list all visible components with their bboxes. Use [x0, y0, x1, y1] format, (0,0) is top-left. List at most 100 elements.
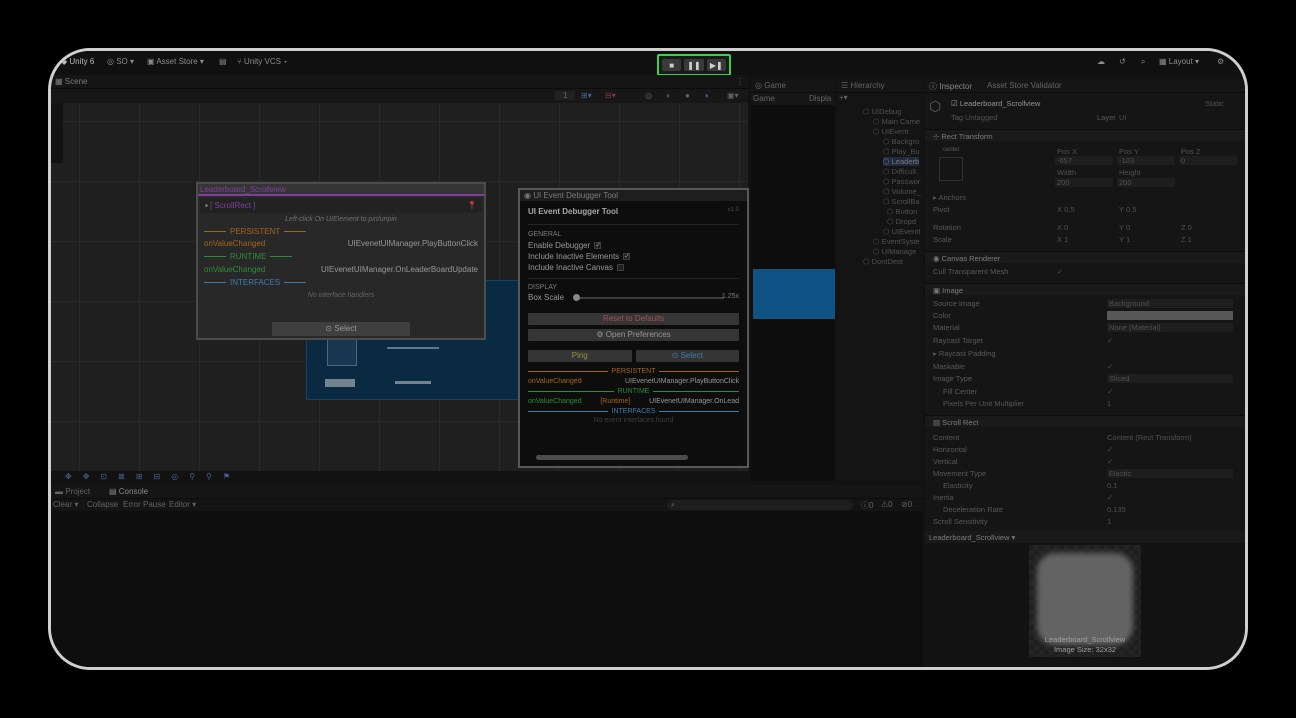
error-count[interactable]: ⊘0 — [901, 500, 912, 509]
event-row[interactable]: onValueChanged UIEvenetUIManager.OnLeader… — [198, 261, 484, 274]
hierarchy-item[interactable]: ⬡ Volume_ — [883, 187, 921, 196]
elasticity-field[interactable]: 0.1 — [1107, 481, 1117, 490]
checkbox-checked[interactable]: ✓ — [623, 253, 631, 261]
tag-dropdown[interactable]: Untagged — [965, 113, 998, 122]
cloud-menu-icon[interactable]: ▤ — [219, 57, 227, 66]
scale-x[interactable]: X 1 — [1057, 235, 1068, 244]
select-button[interactable]: ⊙ Select — [272, 322, 410, 336]
camera-icon[interactable]: ▣▾ — [727, 91, 739, 100]
scale-z[interactable]: Z 1 — [1181, 235, 1192, 244]
layer-dropdown[interactable]: UI — [1119, 113, 1127, 122]
hierarchy-item[interactable]: ⬡ Dropd — [887, 217, 916, 226]
select-button[interactable]: ⊙ Select — [635, 350, 739, 362]
history-icon[interactable]: ↺ — [1119, 57, 1126, 66]
account-dropdown[interactable]: ◎ SO ▾ — [107, 57, 134, 66]
image-header[interactable]: ▣ Image — [925, 283, 1245, 295]
raycast-padding-foldout[interactable]: ▸ Raycast Padding — [933, 349, 996, 358]
hierarchy-item[interactable]: ⬡ UIEventI — [883, 227, 920, 236]
play-button[interactable]: ■ — [662, 59, 682, 71]
vcs-dropdown[interactable]: ⑂ Unity VCS ▾ — [237, 57, 288, 66]
posx-field[interactable]: -657 — [1055, 156, 1113, 165]
pivot-y[interactable]: Y 0.5 — [1119, 205, 1136, 214]
rot-x[interactable]: X 0 — [1057, 223, 1068, 232]
pivot-x[interactable]: X 0.5 — [1057, 205, 1075, 214]
box-scale-slider[interactable] — [576, 297, 724, 299]
hierarchy-item[interactable]: ⬡ DontDest — [863, 257, 903, 266]
fill-center-checkbox[interactable]: ✓ — [1107, 387, 1113, 396]
content-field[interactable]: Content (Rect Transform) — [1107, 433, 1192, 442]
editor-dropdown[interactable]: Editor ▾ — [169, 500, 196, 509]
hierarchy-item[interactable]: ⬡ UIEvent — [873, 127, 908, 136]
raycast-target-checkbox[interactable]: ✓ — [1107, 336, 1113, 345]
shading-icon[interactable]: ● — [685, 91, 690, 100]
move-tool-icon[interactable]: ⊞▾ — [581, 91, 592, 100]
hierarchy-item[interactable]: ⬡ Leaderb — [883, 157, 920, 166]
game-dropdown[interactable]: Game — [753, 94, 775, 103]
reset-button[interactable]: Reset to Defaults — [528, 313, 739, 325]
hierarchy-item[interactable]: ⬡ Difficult — [883, 167, 916, 176]
tab-console[interactable]: ▤ Console — [109, 487, 148, 496]
collapse-button[interactable]: Collapse — [87, 500, 118, 509]
decel-field[interactable]: 0.135 — [1107, 505, 1126, 514]
event-row[interactable]: onValueChanged UIEvenetUIManager.PlayButt… — [520, 375, 747, 385]
object-name-field[interactable]: ☑ Leaderboard_Scrollview — [951, 99, 1040, 108]
color-field[interactable] — [1107, 311, 1233, 320]
tab-asset-validator[interactable]: Asset Store Validator — [987, 81, 1062, 90]
console-search-input[interactable]: ⌕ — [667, 500, 853, 510]
preview-header[interactable]: Leaderboard_Scrollview ▾ — [925, 531, 1245, 543]
pause-button[interactable]: ❚❚ — [684, 59, 704, 71]
add-icon[interactable]: +▾ — [839, 93, 848, 102]
tab-scene[interactable]: ▦ Scene — [55, 77, 87, 86]
ppu-field[interactable]: 1 — [1107, 399, 1111, 408]
console-log[interactable] — [51, 511, 923, 667]
vertical-checkbox[interactable]: ✓ — [1107, 457, 1113, 466]
grid-icon[interactable]: ⊟▾ — [605, 91, 616, 100]
hierarchy-item[interactable]: ⬡ Passwor — [883, 177, 920, 186]
static-toggle[interactable]: Static — [1205, 99, 1224, 108]
clear-dropdown[interactable]: Clear ▾ — [53, 500, 78, 509]
hierarchy-item[interactable]: ⬡ Main Came — [873, 117, 920, 126]
rot-y[interactable]: Y 0 — [1119, 223, 1130, 232]
hierarchy-item[interactable]: ⬡ Play_Bu — [883, 147, 920, 156]
posz-field[interactable]: 0 — [1179, 156, 1237, 165]
hierarchy-item[interactable]: ⬡ Button — [887, 207, 917, 216]
hierarchy-item[interactable]: ⬡ UIDebug — [863, 107, 901, 116]
event-row[interactable]: onValueChanged UIEvenetUIManager.PlayButt… — [198, 236, 484, 248]
movement-dropdown[interactable]: Elastic — [1107, 469, 1233, 478]
debugger-titlebar[interactable]: ◉ UI Event Debugger Tool — [520, 190, 747, 201]
lighting-icon[interactable]: ◑ — [665, 91, 670, 100]
material-field[interactable]: None (Material) — [1107, 323, 1233, 332]
open-preferences-button[interactable]: ⚙ Open Preferences — [528, 329, 739, 341]
settings-icon[interactable]: ⚙ — [1217, 57, 1224, 66]
checkbox-checked[interactable]: ✓ — [594, 242, 602, 250]
tool-icons[interactable]: ✥✥⊡⊠⊞⊟◎⚲⚲⚑ — [65, 472, 241, 481]
scroll-sens-field[interactable]: 1 — [1107, 517, 1111, 526]
cloud-icon[interactable]: ☁ — [1097, 57, 1105, 66]
hierarchy-item[interactable]: ⬡ EventSyste — [873, 237, 920, 246]
tab-project[interactable]: ▬ Project — [55, 487, 90, 496]
image-type-dropdown[interactable]: Sliced — [1107, 374, 1233, 383]
box-scale-handle[interactable] — [573, 294, 580, 301]
anchors-foldout[interactable]: ▸ Anchors — [933, 193, 966, 202]
scroll-rect-header[interactable]: ▤ Scroll Rect — [925, 415, 1245, 427]
layout-dropdown[interactable]: ▦ Layout ▾ — [1159, 57, 1199, 66]
ping-button[interactable]: Ping — [528, 350, 632, 362]
hierarchy-item[interactable]: ⬡ Backgro — [883, 137, 919, 146]
step-button[interactable]: ▶❚ — [706, 59, 726, 71]
unity-menu[interactable]: ◆ Unity 6 — [61, 57, 94, 66]
width-field[interactable]: 200 — [1055, 178, 1113, 187]
warning-count[interactable]: ⚠0 — [881, 500, 893, 509]
hierarchy-item[interactable]: ⬡ ScrollBa — [883, 197, 920, 206]
asset-store-dropdown[interactable]: ▣ Asset Store ▾ — [147, 57, 204, 66]
scale-y[interactable]: Y 1 — [1119, 235, 1130, 244]
popup-title[interactable]: Leaderboard_Scrollview — [198, 184, 484, 196]
horizontal-checkbox[interactable]: ✓ — [1107, 445, 1113, 454]
height-field[interactable]: 200 — [1117, 178, 1175, 187]
rot-z[interactable]: Z 0 — [1181, 223, 1192, 232]
info-count[interactable]: ⓘ0 — [861, 500, 873, 511]
inertia-checkbox[interactable]: ✓ — [1107, 493, 1113, 502]
scrollbar-thumb[interactable] — [536, 455, 688, 460]
cull-checkbox[interactable]: ✓ — [1057, 267, 1063, 276]
horizontal-scrollbar[interactable] — [528, 454, 740, 460]
posy-field[interactable]: -103 — [1117, 156, 1175, 165]
